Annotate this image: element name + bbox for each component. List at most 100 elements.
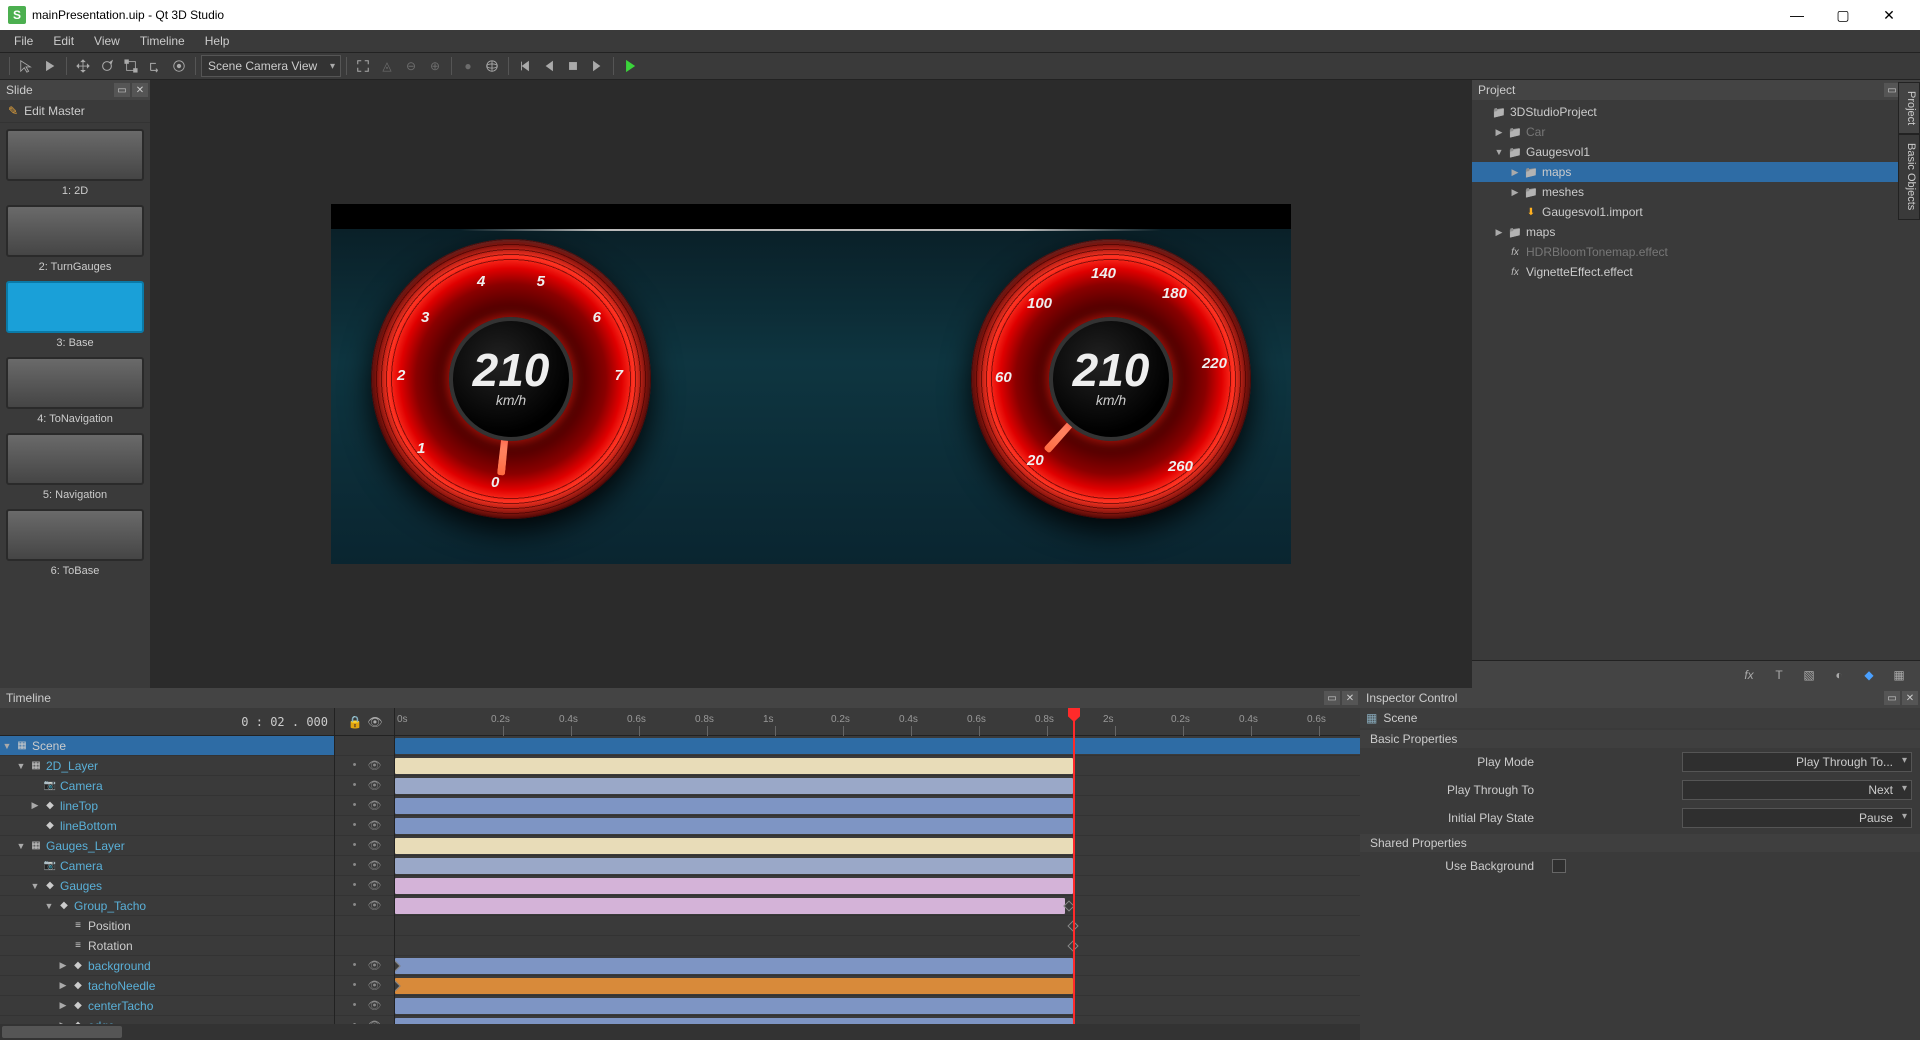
project-tree-row[interactable]: ▶Car bbox=[1472, 122, 1920, 142]
visibility-toggle-icon[interactable]: 👁 bbox=[368, 899, 382, 913]
clip-bar[interactable] bbox=[395, 978, 1073, 994]
timeline-row[interactable]: ▶◆tachoNeedle bbox=[0, 976, 334, 996]
timeline-row[interactable]: ▶◆edge bbox=[0, 1016, 334, 1024]
shy-toggle-icon[interactable]: • bbox=[348, 839, 362, 853]
project-tree-row[interactable]: ▶maps bbox=[1472, 222, 1920, 242]
tool-scale-icon[interactable] bbox=[120, 55, 142, 77]
track[interactable] bbox=[395, 996, 1360, 1016]
timeline-row[interactable]: ▼▦2D_Layer bbox=[0, 756, 334, 776]
track[interactable] bbox=[395, 736, 1360, 756]
project-tree-row[interactable]: Gaugesvol1.import bbox=[1472, 202, 1920, 222]
timeline-row[interactable]: ▶◆centerTacho bbox=[0, 996, 334, 1016]
row-toggle-icon[interactable]: ▼ bbox=[16, 841, 26, 851]
row-toggle-icon[interactable]: ▶ bbox=[58, 960, 68, 971]
tool-shade-icon[interactable]: ● bbox=[457, 55, 479, 77]
shy-toggle-icon[interactable]: • bbox=[348, 859, 362, 873]
visibility-header-icon[interactable]: 👁 bbox=[368, 715, 382, 729]
row-toggle-icon[interactable]: ▶ bbox=[30, 800, 40, 811]
clip-bar[interactable] bbox=[395, 958, 1073, 974]
timeline-row[interactable]: ≡Position bbox=[0, 916, 334, 936]
clip-bar[interactable] bbox=[395, 778, 1073, 794]
panel-close-icon[interactable]: ✕ bbox=[1342, 691, 1358, 705]
row-toggle-icon[interactable]: ▼ bbox=[30, 881, 40, 891]
visibility-toggle-icon[interactable]: 👁 bbox=[368, 799, 382, 813]
panel-close-icon[interactable]: ✕ bbox=[132, 83, 148, 97]
shy-toggle-icon[interactable]: • bbox=[348, 759, 362, 773]
tool-zoomto-icon[interactable]: ◬ bbox=[376, 55, 398, 77]
visibility-toggle-icon[interactable]: 👁 bbox=[368, 999, 382, 1013]
timeline-row[interactable]: ≡Rotation bbox=[0, 936, 334, 956]
timeline-row[interactable]: 📷Camera bbox=[0, 776, 334, 796]
playback-next-icon[interactable] bbox=[586, 55, 608, 77]
track[interactable] bbox=[395, 856, 1360, 876]
track[interactable] bbox=[395, 956, 1360, 976]
window-close-button[interactable]: ✕ bbox=[1866, 0, 1912, 30]
menu-help[interactable]: Help bbox=[195, 32, 240, 50]
menu-file[interactable]: File bbox=[4, 32, 43, 50]
shy-toggle-icon[interactable]: • bbox=[348, 799, 362, 813]
project-tree-row[interactable]: ▼Gaugesvol1 bbox=[1472, 142, 1920, 162]
panel-close-icon[interactable]: ✕ bbox=[1902, 691, 1918, 705]
play-through-select[interactable]: Next bbox=[1682, 780, 1912, 800]
visibility-toggle-icon[interactable]: 👁 bbox=[368, 759, 382, 773]
track[interactable] bbox=[395, 976, 1360, 996]
shy-toggle-icon[interactable]: • bbox=[348, 779, 362, 793]
tool-select-icon[interactable] bbox=[15, 55, 37, 77]
clip-bar[interactable] bbox=[395, 898, 1065, 914]
visibility-toggle-icon[interactable]: 👁 bbox=[368, 839, 382, 853]
panel-float-icon[interactable]: ▭ bbox=[1324, 691, 1340, 705]
tool-rotate-icon[interactable] bbox=[96, 55, 118, 77]
tool-local-icon[interactable] bbox=[144, 55, 166, 77]
track[interactable] bbox=[395, 816, 1360, 836]
clip-bar[interactable] bbox=[395, 758, 1073, 774]
timeline-row[interactable]: ▼▦Scene bbox=[0, 736, 334, 756]
shy-toggle-icon[interactable]: • bbox=[348, 879, 362, 893]
shy-toggle-icon[interactable]: • bbox=[348, 899, 362, 913]
project-text-icon[interactable]: T bbox=[1770, 666, 1788, 684]
clip-bar[interactable] bbox=[395, 878, 1073, 894]
track[interactable] bbox=[395, 936, 1360, 956]
window-maximize-button[interactable]: ▢ bbox=[1820, 0, 1866, 30]
project-image-icon[interactable]: ▧ bbox=[1800, 666, 1818, 684]
shy-toggle-icon[interactable]: • bbox=[348, 819, 362, 833]
visibility-toggle-icon[interactable]: 👁 bbox=[368, 819, 382, 833]
playhead[interactable] bbox=[1073, 708, 1075, 1024]
visibility-toggle-icon[interactable]: 👁 bbox=[368, 979, 382, 993]
timeline-row[interactable]: ▶◆background bbox=[0, 956, 334, 976]
clip-bar[interactable] bbox=[395, 738, 1360, 754]
project-tree-row[interactable]: ▶meshes bbox=[1472, 182, 1920, 202]
project-tree-row[interactable]: 3DStudioProject bbox=[1472, 102, 1920, 122]
tab-project[interactable]: Project bbox=[1898, 82, 1920, 134]
slide-item[interactable]: 6: ToBase bbox=[6, 509, 144, 577]
timeline-row[interactable]: ▼▦Gauges_Layer bbox=[0, 836, 334, 856]
clip-bar[interactable] bbox=[395, 998, 1073, 1014]
timeline-hscroll[interactable] bbox=[0, 1024, 1360, 1040]
playback-prev-icon[interactable] bbox=[538, 55, 560, 77]
slide-item[interactable]: 1: 2D bbox=[6, 129, 144, 197]
project-tree-row[interactable]: ▶maps bbox=[1472, 162, 1920, 182]
edit-master-button[interactable]: ✎ Edit Master bbox=[0, 100, 150, 123]
tree-toggle-icon[interactable]: ▶ bbox=[1494, 127, 1504, 138]
tool-pivot-icon[interactable] bbox=[168, 55, 190, 77]
lock-header-icon[interactable]: 🔒 bbox=[348, 715, 362, 729]
playback-stop-icon[interactable] bbox=[562, 55, 584, 77]
visibility-toggle-icon[interactable]: 👁 bbox=[368, 879, 382, 893]
tool-move-icon[interactable] bbox=[72, 55, 94, 77]
visibility-toggle-icon[interactable]: 👁 bbox=[368, 779, 382, 793]
track[interactable] bbox=[395, 916, 1360, 936]
timeline-ruler[interactable]: 0s 0.2s0.4s0.6s0.8s1s0.2s0.4s0.6s0.8s2s0… bbox=[395, 708, 1360, 736]
tree-toggle-icon[interactable]: ▼ bbox=[1494, 147, 1504, 157]
menu-view[interactable]: View bbox=[84, 32, 130, 50]
clip-bar[interactable] bbox=[395, 818, 1073, 834]
tree-toggle-icon[interactable]: ▶ bbox=[1510, 187, 1520, 198]
track[interactable] bbox=[395, 876, 1360, 896]
timeline-row[interactable]: ▼◆Group_Tacho bbox=[0, 896, 334, 916]
timeline-row[interactable]: ▶◆lineTop bbox=[0, 796, 334, 816]
camera-select[interactable]: Scene Camera View bbox=[201, 55, 341, 77]
panel-float-icon[interactable]: ▭ bbox=[1884, 691, 1900, 705]
shy-toggle-icon[interactable]: • bbox=[348, 959, 362, 973]
panel-float-icon[interactable]: ▭ bbox=[114, 83, 130, 97]
menu-edit[interactable]: Edit bbox=[43, 32, 84, 50]
slide-item[interactable]: 5: Navigation bbox=[6, 433, 144, 501]
track[interactable] bbox=[395, 896, 1360, 916]
